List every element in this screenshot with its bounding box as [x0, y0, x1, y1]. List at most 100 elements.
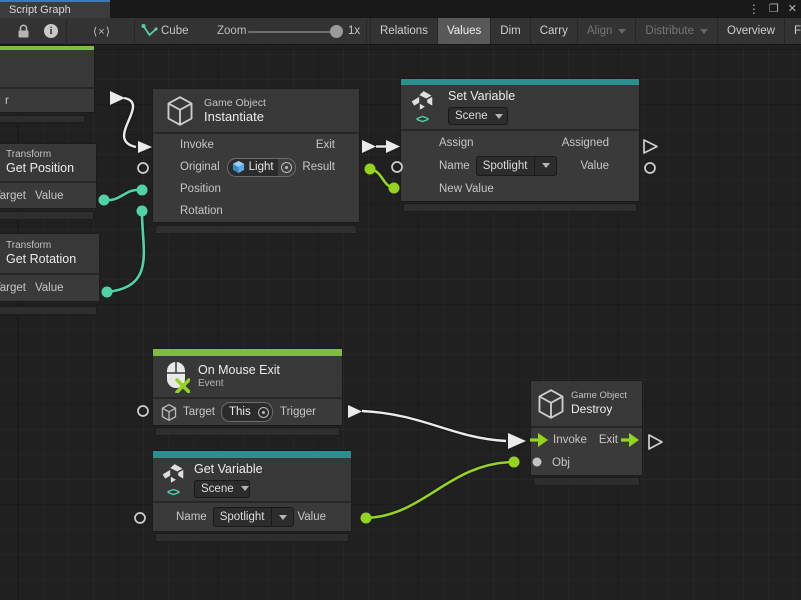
tab-title: Script Graph [9, 4, 71, 16]
assigned-port-label: Assigned [562, 137, 609, 149]
graph-name-label[interactable]: Cube [161, 18, 189, 44]
new-value-port-label: New Value [439, 183, 494, 195]
clipped-event-trigger-port[interactable] [110, 91, 125, 105]
carry-button[interactable]: Carry [530, 18, 577, 44]
tab-script-graph[interactable]: Script Graph [0, 0, 110, 18]
set-variable-assigned-port[interactable] [644, 140, 657, 153]
values-button[interactable]: Values [437, 18, 490, 44]
node-get-rotation[interactable]: Transform Get Rotation Target Value [0, 233, 100, 302]
original-port-label: Original [180, 161, 220, 173]
chevron-down-icon [241, 486, 249, 491]
original-object-field[interactable]: Light [227, 158, 296, 177]
wire-trigger-to-invoke [124, 98, 136, 147]
cube-icon [536, 389, 566, 419]
node-get-variable[interactable]: <> Get Variable Scene Name Spotlight [152, 450, 352, 532]
node-title: On Mouse Exit [198, 363, 280, 378]
graph-canvas[interactable]: r Transform Get Position Target Value [0, 45, 801, 600]
chevron-down-icon [279, 515, 287, 520]
node-on-mouse-exit[interactable]: On Mouse Exit Event Target This Trigger [152, 348, 343, 426]
get-position-value-port [99, 195, 110, 206]
node-destroy[interactable]: Game Object Destroy Invoke Exit Obj [530, 380, 643, 476]
node-get-position[interactable]: Transform Get Position Target Value [0, 143, 97, 209]
chevron-down-icon [495, 114, 503, 119]
close-icon[interactable]: ✕ [788, 0, 797, 18]
value-port-label: Value [580, 160, 609, 172]
relations-button[interactable]: Relations [370, 18, 437, 44]
wire-rotation [107, 213, 144, 292]
destroy-exit-outer-port[interactable] [649, 435, 662, 449]
scene-variable-icon: <> [160, 463, 186, 497]
info-button[interactable]: i [38, 18, 64, 44]
chevron-down-icon [618, 29, 626, 34]
node-title: Set Variable [448, 89, 515, 104]
distribute-button[interactable]: Distribute [635, 18, 717, 44]
chevron-down-icon [542, 163, 550, 168]
get-variable-name-port[interactable] [135, 513, 145, 523]
object-picker[interactable] [255, 403, 272, 421]
obj-port-label: Obj [552, 457, 570, 469]
dim-button[interactable]: Dim [490, 18, 529, 44]
target-picker-icon [258, 407, 269, 418]
node-title: Instantiate [204, 109, 266, 124]
object-wires[interactable] [361, 164, 520, 524]
set-variable-value-port[interactable] [645, 163, 655, 173]
destroy-invoke-arrowhead[interactable] [508, 433, 526, 449]
on-mouse-exit-target-port[interactable] [138, 406, 148, 416]
instantiate-original-port[interactable] [138, 163, 148, 173]
zoom-slider-handle[interactable] [330, 25, 343, 38]
instantiate-exit-port[interactable] [362, 140, 376, 153]
node-category: Game Object [204, 97, 266, 109]
node-set-variable[interactable]: <> Set Variable Scene Assign Assigned Na… [400, 78, 640, 202]
clipped-port-label: r [5, 95, 9, 107]
target-port-label: Target [183, 406, 215, 418]
toolbar-buttons: Relations Values Dim Carry Align Distrib… [370, 18, 801, 44]
vector-wires[interactable] [99, 185, 148, 298]
on-mouse-exit-trigger-port[interactable] [348, 405, 362, 418]
instantiate-result-port [365, 164, 376, 175]
node-title: Destroy [571, 402, 627, 417]
script-graph-window: Script Graph ⋮ ❐ ✕ i ⟨×⟩ Cu [0, 0, 801, 600]
set-variable-assign-port[interactable] [386, 140, 400, 153]
maximize-icon[interactable]: ❐ [769, 0, 779, 18]
node-subtitle: Event [198, 378, 280, 390]
wire-position [104, 190, 142, 200]
zoom-slider[interactable] [248, 31, 336, 33]
object-picker[interactable] [278, 159, 295, 176]
variable-name-dropdown[interactable]: Spotlight [213, 507, 295, 527]
code-view-button[interactable]: ⟨×⟩ [70, 18, 134, 44]
zoom-label: Zoom [217, 18, 246, 44]
node-clipped-event[interactable]: r [0, 45, 95, 113]
variable-scope-dropdown[interactable]: Scene [194, 480, 250, 498]
variable-scope-dropdown[interactable]: Scene [448, 107, 508, 125]
variable-name-dropdown[interactable]: Spotlight [476, 156, 558, 176]
instantiate-position-port [137, 185, 148, 196]
node-instantiate[interactable]: Game Object Instantiate Invoke Exit Orig… [152, 88, 360, 223]
code-icon: ⟨×⟩ [93, 25, 111, 38]
overview-button[interactable]: Overview [717, 18, 784, 44]
wire-trigger-to-destroy-invoke [362, 411, 506, 441]
info-icon: i [44, 24, 58, 38]
mouse-exit-icon [164, 361, 190, 393]
position-port-label: Position [180, 183, 221, 195]
wire-result-to-new-value [370, 169, 394, 188]
node-title: Get Position [6, 161, 74, 176]
align-button[interactable]: Align [577, 18, 636, 44]
node-category: Game Object [571, 390, 627, 402]
invoke-port-label: Invoke [553, 434, 587, 446]
value-port-label: Value [35, 190, 64, 202]
name-port-label: Name [439, 160, 470, 172]
node-title: Get Rotation [6, 252, 76, 267]
instantiate-invoke-port[interactable] [138, 141, 152, 153]
lock-button[interactable] [10, 18, 36, 44]
tab-strip: Script Graph ⋮ ❐ ✕ [0, 0, 801, 18]
target-object-value: This [229, 406, 251, 418]
zoom-value: 1x [348, 18, 360, 44]
assign-port-label: Assign [439, 137, 474, 149]
target-object-field[interactable]: This [221, 402, 273, 422]
cube-icon [161, 404, 177, 421]
window-menu-icon[interactable]: ⋮ [748, 0, 760, 18]
fullscreen-button[interactable]: Full Screen [784, 18, 801, 44]
wire-value-to-obj [366, 462, 512, 518]
target-port-label: Target [0, 282, 26, 294]
get-variable-value-port [361, 513, 372, 524]
